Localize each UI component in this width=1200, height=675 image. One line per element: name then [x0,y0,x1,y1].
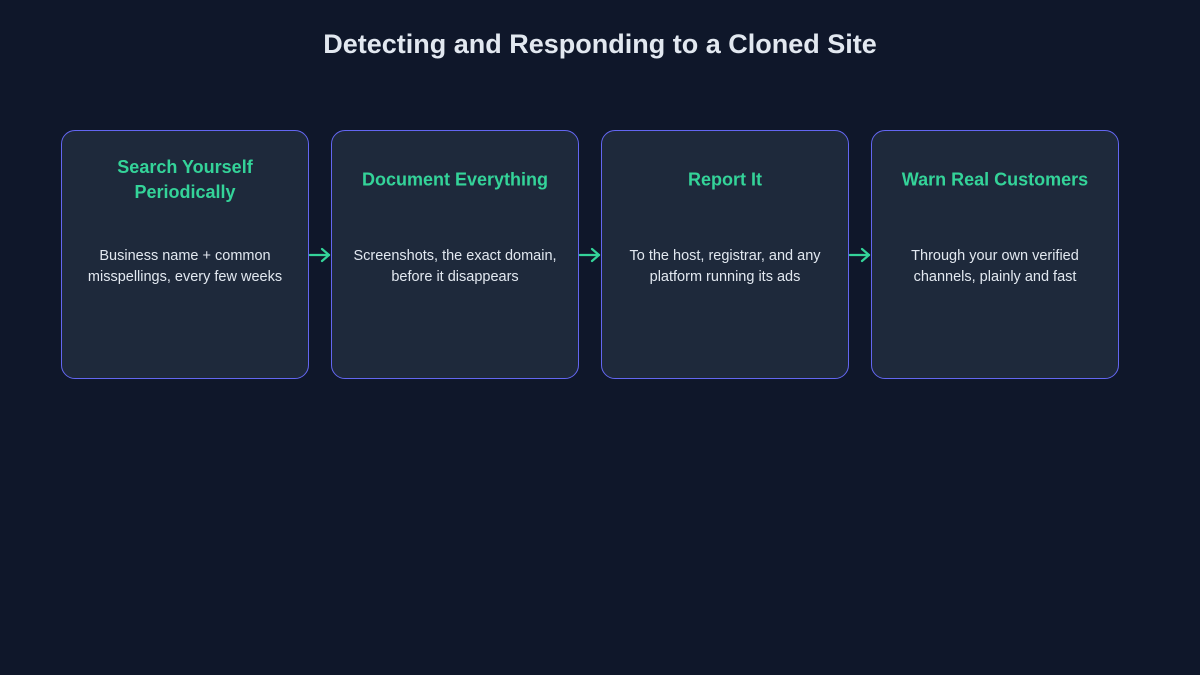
step-title: Search Yourself Periodically [117,157,253,202]
step-title: Report It [688,169,762,190]
step-card-document-everything: Document Everything Screenshots, the exa… [331,130,579,379]
step-title: Document Everything [361,169,549,190]
step-description: Business name + common misspellings, eve… [87,248,283,285]
step-card-report-it: Report It To the host, registrar, and an… [601,130,849,379]
arrow-right-icon [849,247,871,263]
step-description: Screenshots, the exact domain, before it… [353,248,557,285]
step-title: Warn Real Customers [901,169,1089,190]
step-description: To the host, registrar, and any platform… [629,248,821,285]
step-card-search-yourself: Search Yourself Periodically Business na… [61,130,309,379]
arrow-right-icon [579,247,601,263]
step-card-warn-customers: Warn Real Customers Through your own ver… [871,130,1119,379]
step-description: Through your own verified channels, plai… [911,248,1079,285]
diagram-title: Detecting and Responding to a Cloned Sit… [323,29,877,59]
arrow-right-icon [309,247,331,263]
